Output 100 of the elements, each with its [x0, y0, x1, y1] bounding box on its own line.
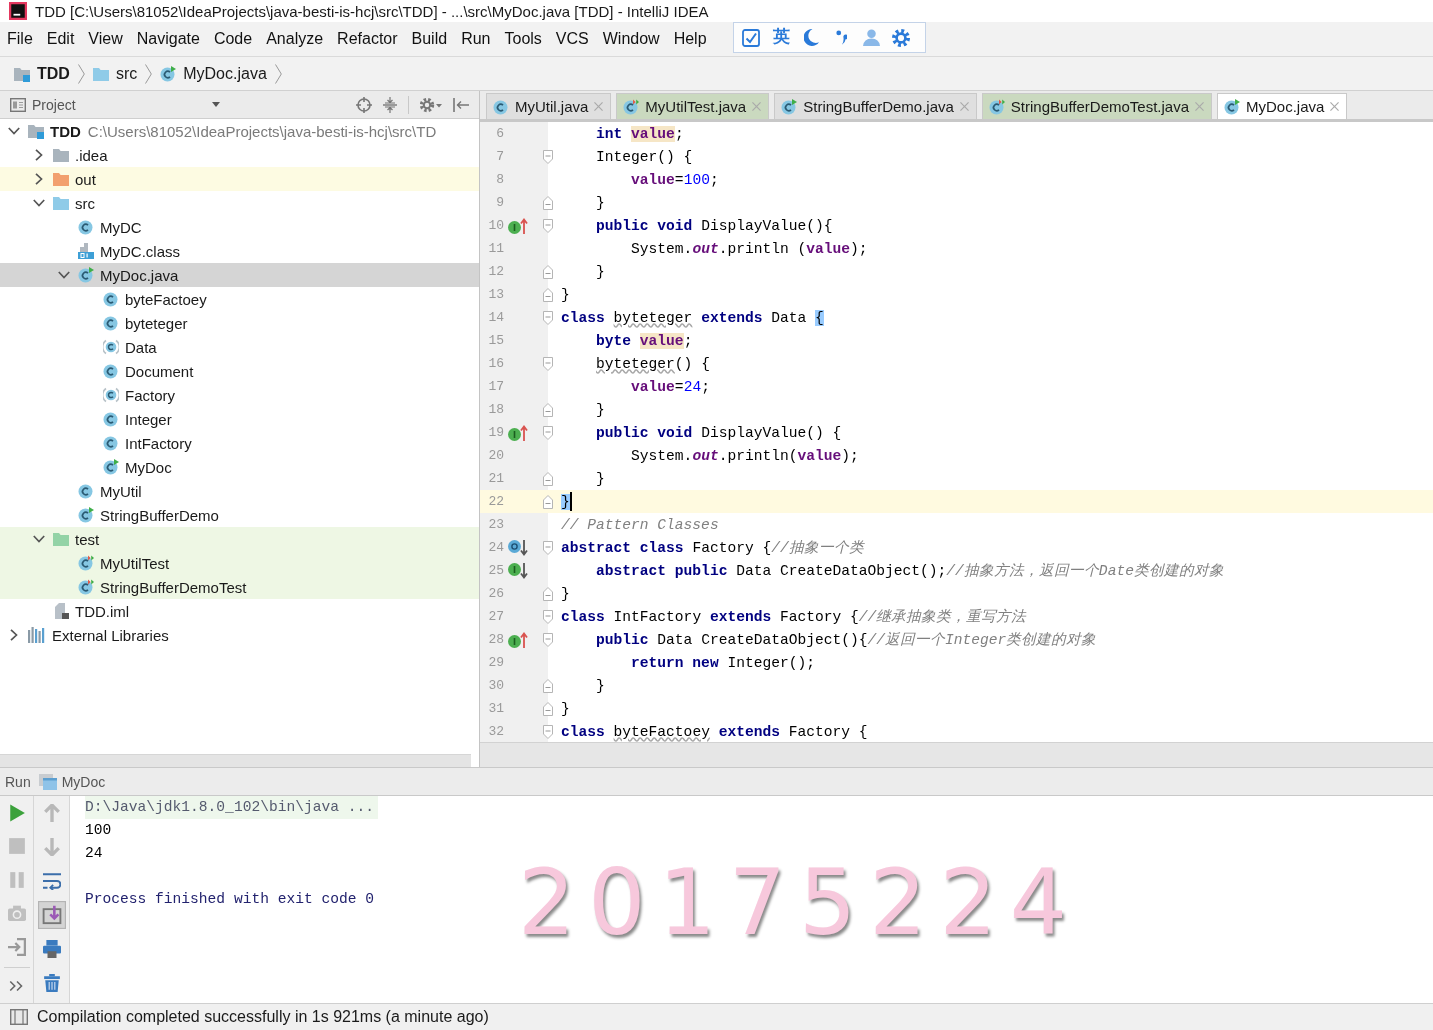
- fold-start-icon[interactable]: [543, 425, 553, 440]
- tree-row[interactable]: Factory: [0, 383, 479, 407]
- tree-item-label: Document: [125, 362, 194, 380]
- fold-end-icon[interactable]: [543, 402, 553, 417]
- chevron-down-icon[interactable]: [33, 533, 45, 545]
- tree-row[interactable]: byteteger: [0, 311, 479, 335]
- scroll-to-end-icon[interactable]: [37, 901, 66, 929]
- close-icon[interactable]: [1195, 102, 1204, 111]
- settings-icon[interactable]: [420, 96, 442, 113]
- tree-row[interactable]: StringBufferDemoTest: [0, 575, 479, 599]
- tree-row[interactable]: MyDoc: [0, 455, 479, 479]
- menu-item[interactable]: Run: [454, 27, 498, 51]
- circle-down-arrow-icon[interactable]: [508, 539, 528, 556]
- tree-row[interactable]: MyUtil: [0, 479, 479, 503]
- fold-start-icon[interactable]: [543, 310, 553, 325]
- tree-row[interactable]: MyDC.class: [0, 239, 479, 263]
- print-icon[interactable]: [42, 940, 61, 958]
- tree-row[interactable]: MyDC: [0, 215, 479, 239]
- editor-tab[interactable]: StringBufferDemoTest.java: [981, 93, 1212, 119]
- crosshair-icon[interactable]: [356, 96, 372, 113]
- chevron-right-icon[interactable]: [33, 173, 45, 185]
- chevron-right-icon[interactable]: [8, 629, 20, 641]
- fold-start-icon[interactable]: [543, 540, 553, 555]
- fold-end-icon[interactable]: [543, 471, 553, 486]
- tree-row[interactable]: byteFactoey: [0, 287, 479, 311]
- tree-row[interactable]: MyDoc.java: [0, 263, 479, 287]
- close-icon[interactable]: [1330, 102, 1340, 111]
- tree-row[interactable]: TDD.iml: [0, 599, 479, 623]
- close-icon[interactable]: [594, 102, 604, 111]
- person-icon[interactable]: [862, 29, 880, 46]
- circle-down-arrow-icon[interactable]: [508, 562, 528, 579]
- tree-row[interactable]: .idea: [0, 143, 479, 167]
- menu-item[interactable]: Build: [404, 27, 455, 51]
- menu-item[interactable]: Code: [206, 27, 260, 51]
- circle-up-arrow-icon[interactable]: [508, 217, 528, 234]
- fold-start-icon[interactable]: [543, 149, 553, 164]
- editor-tab[interactable]: MyUtilTest.java: [616, 93, 770, 119]
- close-icon[interactable]: [959, 102, 969, 111]
- fold-start-icon[interactable]: [543, 724, 553, 739]
- fold-end-icon[interactable]: [543, 586, 553, 601]
- exit-icon[interactable]: [7, 937, 26, 956]
- breadcrumb[interactable]: TDD: [12, 64, 72, 83]
- collapse-all-icon[interactable]: [383, 96, 397, 113]
- square-check-icon[interactable]: [742, 28, 760, 47]
- tree-row[interactable]: MyUtilTest: [0, 551, 479, 575]
- fold-end-icon[interactable]: [543, 264, 553, 279]
- chevron-right-icon[interactable]: [33, 149, 45, 161]
- tree-row[interactable]: TDD C:\Users\81052\IdeaProjects\java-besti-is-hcj\src\TD: [0, 119, 479, 143]
- horizontal-scrollbar[interactable]: [480, 742, 1433, 767]
- menu-item[interactable]: View: [81, 27, 130, 51]
- panel-toggle-icon[interactable]: [10, 1009, 28, 1025]
- fold-start-icon[interactable]: [543, 609, 553, 624]
- fold-start-icon[interactable]: [543, 356, 553, 371]
- menu-item[interactable]: Help: [666, 27, 714, 51]
- fold-start-icon[interactable]: [543, 632, 553, 647]
- code-line: }: [560, 285, 570, 305]
- menu-item[interactable]: Analyze: [259, 27, 331, 51]
- tree-row[interactable]: out: [0, 167, 479, 191]
- hide-panel-icon[interactable]: [453, 97, 469, 112]
- menu-item[interactable]: VCS: [548, 27, 596, 51]
- fold-end-icon[interactable]: [543, 287, 553, 302]
- tree-row[interactable]: Integer: [0, 407, 479, 431]
- menu-item[interactable]: Navigate: [129, 27, 207, 51]
- trash-icon[interactable]: [42, 974, 61, 992]
- input-mode-button[interactable]: 英: [771, 28, 791, 47]
- horizontal-scrollbar[interactable]: [0, 754, 471, 767]
- tree-row[interactable]: Data: [0, 335, 479, 359]
- tree-row[interactable]: StringBufferDemo: [0, 503, 479, 527]
- menu-item[interactable]: Refactor: [330, 27, 405, 51]
- fold-end-icon[interactable]: [543, 678, 553, 693]
- menu-item[interactable]: Window: [595, 27, 667, 51]
- tree-row[interactable]: src: [0, 191, 479, 215]
- fold-end-icon[interactable]: [543, 494, 553, 509]
- circle-up-arrow-icon[interactable]: [508, 631, 528, 648]
- chevron-down-icon[interactable]: [8, 125, 20, 137]
- fold-end-icon[interactable]: [543, 195, 553, 210]
- run-tab[interactable]: MyDoc: [36, 773, 108, 790]
- tree-row[interactable]: Document: [0, 359, 479, 383]
- fold-end-icon[interactable]: [543, 701, 553, 716]
- soft-wrap-icon[interactable]: [42, 872, 61, 890]
- breadcrumb[interactable]: src: [90, 64, 140, 83]
- menu-item[interactable]: Edit: [39, 27, 82, 51]
- moon-icon[interactable]: [803, 29, 819, 46]
- chevron-down-icon[interactable]: [58, 269, 70, 281]
- breadcrumb[interactable]: MyDoc.java: [158, 64, 269, 83]
- play-icon[interactable]: [7, 803, 26, 822]
- circle-up-arrow-icon[interactable]: [508, 424, 528, 441]
- settings-icon[interactable]: [892, 28, 910, 47]
- close-icon[interactable]: [752, 102, 762, 111]
- tree-row[interactable]: test: [0, 527, 479, 551]
- editor-tab[interactable]: StringBufferDemo.java: [774, 93, 977, 119]
- tree-row[interactable]: External Libraries: [0, 623, 479, 647]
- menu-item[interactable]: File: [0, 27, 40, 51]
- editor-tab[interactable]: MyDoc.java: [1217, 93, 1348, 119]
- tree-row[interactable]: IntFactory: [0, 431, 479, 455]
- punctuation-icon[interactable]: [835, 30, 847, 45]
- fold-start-icon[interactable]: [543, 218, 553, 233]
- menu-item[interactable]: Tools: [497, 27, 549, 51]
- editor-tab[interactable]: MyUtil.java: [486, 93, 612, 119]
- chevron-down-icon[interactable]: [33, 197, 45, 209]
